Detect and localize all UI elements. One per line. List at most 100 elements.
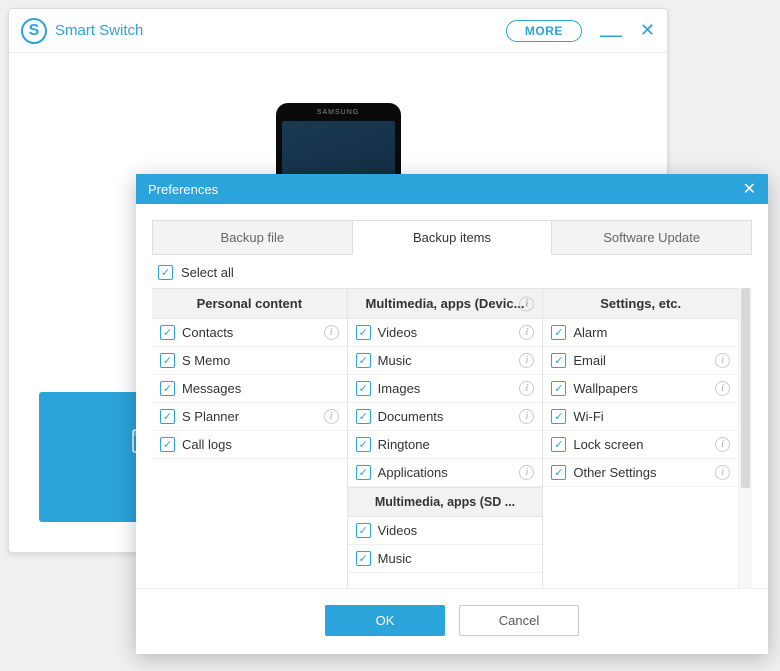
multimedia-item-row: ✓ Documents i (348, 403, 543, 431)
multimedia-sd-item-checkbox[interactable]: ✓ (356, 523, 371, 538)
multimedia-item-label: Music (378, 353, 412, 368)
personal-item-row: ✓ Messages (152, 375, 347, 403)
preferences-title: Preferences (148, 182, 218, 197)
app-logo-icon: S (21, 18, 47, 44)
personal-item-label: Call logs (182, 437, 232, 452)
personal-item-label: Messages (182, 381, 241, 396)
personal-item-checkbox[interactable]: ✓ (160, 437, 175, 452)
multimedia-item-row: ✓ Videos i (348, 319, 543, 347)
dialog-close-icon[interactable]: ✕ (743, 179, 756, 199)
multimedia-item-checkbox[interactable]: ✓ (356, 437, 371, 452)
personal-item-checkbox[interactable]: ✓ (160, 325, 175, 340)
multimedia-item-row: ✓ Images i (348, 375, 543, 403)
multimedia-sd-item-row: ✓ Videos (348, 517, 543, 545)
multimedia-item-checkbox[interactable]: ✓ (356, 325, 371, 340)
multimedia-item-row: ✓ Ringtone (348, 431, 543, 459)
tab-bar: Backup file Backup items Software Update (136, 204, 768, 255)
settings-item-row: ✓ Wi-Fi (543, 403, 738, 431)
settings-item-label: Lock screen (573, 437, 643, 452)
multimedia-item-label: Documents (378, 409, 444, 424)
info-icon[interactable]: i (519, 465, 534, 480)
multimedia-item-checkbox[interactable]: ✓ (356, 381, 371, 396)
column-personal: Personal content ✓ Contacts i ✓ S Memo ✓ Messa… (152, 289, 348, 588)
column-settings-header: Settings, etc. (543, 289, 738, 319)
settings-item-checkbox[interactable]: ✓ (551, 465, 566, 480)
scrollbar[interactable] (738, 288, 752, 588)
personal-item-checkbox[interactable]: ✓ (160, 353, 175, 368)
multimedia-item-row: ✓ Music i (348, 347, 543, 375)
info-icon[interactable]: i (715, 353, 730, 368)
settings-item-row: ✓ Other Settings i (543, 459, 738, 487)
multimedia-item-label: Images (378, 381, 421, 396)
settings-item-row: ✓ Alarm (543, 319, 738, 347)
scrollbar-thumb[interactable] (741, 288, 750, 488)
app-title: Smart Switch (55, 22, 143, 39)
phone-brand-label: SAMSUNG (276, 109, 401, 116)
multimedia-sd-item-label: Videos (378, 523, 418, 538)
personal-item-label: S Planner (182, 409, 239, 424)
multimedia-item-checkbox[interactable]: ✓ (356, 465, 371, 480)
column-multimedia: Multimedia, apps (Devic... i ✓ Videos i ✓ Mu… (348, 289, 544, 588)
personal-item-row: ✓ Contacts i (152, 319, 347, 347)
backup-items-grid: Personal content ✓ Contacts i ✓ S Memo ✓ Messa… (152, 288, 738, 588)
personal-item-row: ✓ S Planner i (152, 403, 347, 431)
info-icon[interactable]: i (519, 353, 534, 368)
column-settings: Settings, etc. ✓ Alarm ✓ Email i ✓ Wallpapers i… (543, 289, 738, 588)
info-icon[interactable]: i (324, 325, 339, 340)
info-icon[interactable]: i (519, 296, 534, 311)
settings-item-checkbox[interactable]: ✓ (551, 381, 566, 396)
settings-item-row: ✓ Wallpapers i (543, 375, 738, 403)
multimedia-sd-item-checkbox[interactable]: ✓ (356, 551, 371, 566)
minimize-icon[interactable]: — (600, 30, 622, 40)
multimedia-item-row: ✓ Applications i (348, 459, 543, 487)
column-personal-header: Personal content (152, 289, 347, 319)
info-icon[interactable]: i (519, 381, 534, 396)
settings-item-checkbox[interactable]: ✓ (551, 437, 566, 452)
settings-item-row: ✓ Lock screen i (543, 431, 738, 459)
select-all-row: ✓ Select all (136, 255, 768, 288)
settings-item-checkbox[interactable]: ✓ (551, 353, 566, 368)
select-all-label: Select all (181, 265, 234, 280)
info-icon[interactable]: i (715, 465, 730, 480)
settings-item-checkbox[interactable]: ✓ (551, 409, 566, 424)
tab-software-update[interactable]: Software Update (552, 220, 752, 255)
settings-item-checkbox[interactable]: ✓ (551, 325, 566, 340)
settings-item-label: Wallpapers (573, 381, 638, 396)
multimedia-item-label: Ringtone (378, 437, 430, 452)
info-icon[interactable]: i (715, 381, 730, 396)
personal-item-row: ✓ S Memo (152, 347, 347, 375)
preferences-dialog: Preferences ✕ Backup file Backup items S… (136, 174, 768, 654)
info-icon[interactable]: i (519, 325, 534, 340)
info-icon[interactable]: i (324, 409, 339, 424)
multimedia-item-label: Videos (378, 325, 418, 340)
info-icon[interactable]: i (519, 409, 534, 424)
tab-backup-file[interactable]: Backup file (152, 220, 352, 255)
personal-item-checkbox[interactable]: ✓ (160, 381, 175, 396)
multimedia-sd-item-label: Music (378, 551, 412, 566)
dialog-buttons: OK Cancel (136, 588, 768, 654)
multimedia-item-checkbox[interactable]: ✓ (356, 353, 371, 368)
preferences-header: Preferences ✕ (136, 174, 768, 204)
personal-item-label: S Memo (182, 353, 230, 368)
column-multimedia-header: Multimedia, apps (Devic... i (348, 289, 543, 319)
settings-item-row: ✓ Email i (543, 347, 738, 375)
select-all-checkbox[interactable]: ✓ (158, 265, 173, 280)
cancel-button[interactable]: Cancel (459, 605, 579, 636)
close-icon[interactable]: ✕ (640, 20, 655, 41)
more-button[interactable]: MORE (506, 20, 582, 42)
personal-item-checkbox[interactable]: ✓ (160, 409, 175, 424)
tab-backup-items[interactable]: Backup items (352, 220, 553, 255)
settings-item-label: Alarm (573, 325, 607, 340)
column-multimedia-sd-header: Multimedia, apps (SD ... (348, 487, 543, 517)
settings-item-label: Other Settings (573, 465, 656, 480)
multimedia-item-label: Applications (378, 465, 448, 480)
ok-button[interactable]: OK (325, 605, 445, 636)
settings-item-label: Email (573, 353, 606, 368)
multimedia-item-checkbox[interactable]: ✓ (356, 409, 371, 424)
settings-item-label: Wi-Fi (573, 409, 603, 424)
multimedia-sd-item-row: ✓ Music (348, 545, 543, 573)
personal-item-label: Contacts (182, 325, 233, 340)
titlebar: S Smart Switch MORE — ✕ (9, 9, 667, 53)
personal-item-row: ✓ Call logs (152, 431, 347, 459)
info-icon[interactable]: i (715, 437, 730, 452)
